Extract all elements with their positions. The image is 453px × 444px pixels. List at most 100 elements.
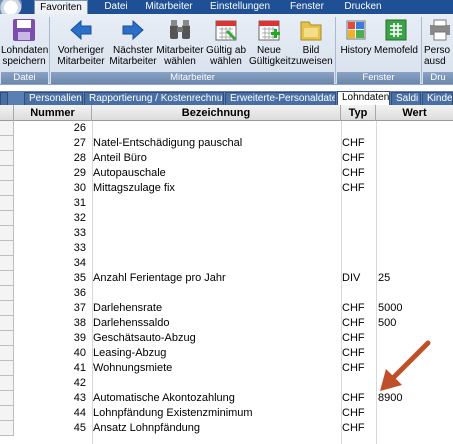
tab-rapportierung[interactable]: Rapportierung / Kostenrechnung [84,92,224,105]
cell-typ[interactable]: CHF [342,151,376,166]
menu-tab-einstellungen[interactable]: Einstellungen [204,0,276,14]
cell-nummer[interactable]: 39 [14,331,88,346]
table-row[interactable]: 37 Darlehensrate CHF 5000 [0,301,453,316]
cell-nummer[interactable]: 27 [14,136,88,151]
row-selector[interactable] [0,241,14,256]
header-wert[interactable]: Wert [376,105,453,121]
row-selector[interactable] [0,376,14,391]
mitarbeiter-waehlen-button[interactable]: Mitarbeiter wählen [156,17,204,67]
table-row[interactable]: 32 [0,211,453,226]
header-typ[interactable]: Typ [341,105,376,121]
cell-nummer[interactable]: 37 [14,301,88,316]
cell-bezeichnung[interactable]: Mittagszulage fix [93,181,341,196]
row-selector[interactable] [0,301,14,316]
cell-typ[interactable]: CHF [342,406,376,421]
row-selector[interactable] [0,346,14,361]
cell-typ[interactable]: CHF [342,166,376,181]
cell-typ[interactable]: CHF [342,391,376,406]
cell-typ[interactable]: CHF [342,421,376,436]
cell-wert[interactable]: 500 [378,316,453,331]
cell-typ[interactable]: CHF [342,361,376,376]
table-row[interactable]: 34 [0,256,453,271]
row-selector[interactable] [0,226,14,241]
bild-zuweisen-button[interactable]: Bild zuweisen [291,17,333,67]
tab-personalien[interactable]: Personalien [24,92,83,105]
cell-nummer[interactable]: 30 [14,181,88,196]
lohndaten-speichern-button[interactable]: Lohndaten speichern [1,17,48,67]
cell-nummer[interactable]: 45 [14,421,88,436]
row-selector[interactable] [0,196,14,211]
table-row[interactable]: 38 Darlehenssaldo CHF 500 [0,316,453,331]
personalblatt-ausdrucken-button[interactable]: Perso ausd [424,17,453,67]
cell-nummer[interactable]: 31 [14,196,88,211]
tab-erweiterte-personaldaten[interactable]: Erweiterte-Personaldaten [225,92,336,105]
table-row[interactable]: 28 Anteil Büro CHF [0,151,453,166]
cell-nummer[interactable]: 41 [14,361,88,376]
table-row[interactable]: 44 Lohnpfändung Existenzminimum CHF [0,406,453,421]
row-selector[interactable] [0,166,14,181]
tab-scroll-left[interactable] [0,92,8,105]
cell-nummer[interactable]: 35 [14,271,88,286]
table-row[interactable]: 29 Autopauschale CHF [0,166,453,181]
row-selector[interactable] [0,316,14,331]
menu-tab-fenster[interactable]: Fenster [284,0,330,14]
cell-bezeichnung[interactable]: Anzahl Ferientage pro Jahr [93,271,341,286]
menu-tab-drucken[interactable]: Drucken [340,0,386,14]
cell-bezeichnung[interactable]: Ansatz Lohnpfändung [93,421,341,436]
menu-tab-mitarbeiter[interactable]: Mitarbeiter [141,0,197,14]
cell-nummer[interactable]: 38 [14,316,88,331]
tab-lohndaten[interactable]: Lohndaten [337,91,390,105]
cell-typ[interactable]: CHF [342,301,376,316]
table-row[interactable]: 31 [0,196,453,211]
cell-nummer[interactable]: 29 [14,166,88,181]
header-nummer[interactable]: Nummer [14,105,92,121]
row-selector[interactable] [0,181,14,196]
memofeld-button[interactable]: Memofeld [374,17,418,56]
cell-nummer[interactable]: 44 [14,406,88,421]
header-bezeichnung[interactable]: Bezeichnung [92,105,341,121]
cell-wert[interactable]: 5000 [378,301,453,316]
row-selector[interactable] [0,271,14,286]
neue-gueltigkeit-button[interactable]: Neue Gültigkeit [249,17,291,67]
cell-bezeichnung[interactable]: Leasing-Abzug [93,346,341,361]
naechster-mitarbeiter-button[interactable]: Nächster Mitarbeiter [108,17,158,67]
row-selector[interactable] [0,151,14,166]
table-row[interactable]: 45 Ansatz Lohnpfändung CHF [0,421,453,436]
table-row[interactable]: 30 Mittagszulage fix CHF [0,181,453,196]
row-selector[interactable] [0,136,14,151]
cell-typ[interactable]: CHF [342,136,376,151]
cell-nummer[interactable]: 36 [14,286,88,301]
cell-bezeichnung[interactable]: Darlehenssaldo [93,316,341,331]
table-row[interactable]: 33 [0,226,453,241]
cell-bezeichnung[interactable]: Autopauschale [93,166,341,181]
cell-typ[interactable]: DIV [342,271,376,286]
cell-nummer[interactable]: 33 [14,226,88,241]
cell-nummer[interactable]: 28 [14,151,88,166]
cell-nummer[interactable]: 42 [14,376,88,391]
table-row[interactable]: 35 Anzahl Ferientage pro Jahr DIV 25 [0,271,453,286]
row-selector[interactable] [0,211,14,226]
cell-typ[interactable]: CHF [342,181,376,196]
table-row[interactable]: 27 Natel-Entschädigung pauschal CHF [0,136,453,151]
cell-nummer[interactable]: 33 [14,241,88,256]
menu-tab-favoriten[interactable]: Favoriten [34,0,88,15]
cell-nummer[interactable]: 40 [14,346,88,361]
cell-nummer[interactable]: 34 [14,256,88,271]
history-button[interactable]: History [338,17,374,56]
cell-bezeichnung[interactable]: Wohnungsmiete [93,361,341,376]
cell-typ[interactable]: CHF [342,331,376,346]
row-selector[interactable] [0,361,14,376]
tab-kinder[interactable]: Kinde [422,92,453,105]
cell-nummer[interactable]: 26 [14,121,88,136]
row-selector[interactable] [0,331,14,346]
gueltig-ab-waehlen-button[interactable]: Gültig ab wählen [204,17,248,67]
menu-tab-datei[interactable]: Datei [98,0,134,14]
row-selector[interactable] [0,286,14,301]
cell-typ[interactable]: CHF [342,316,376,331]
vorheriger-mitarbeiter-button[interactable]: Vorheriger Mitarbeiter [55,17,107,67]
row-selector[interactable] [0,256,14,271]
cell-bezeichnung[interactable]: Anteil Büro [93,151,341,166]
cell-nummer[interactable]: 32 [14,211,88,226]
cell-bezeichnung[interactable]: Geschätsauto-Abzug [93,331,341,346]
table-row[interactable]: 36 [0,286,453,301]
